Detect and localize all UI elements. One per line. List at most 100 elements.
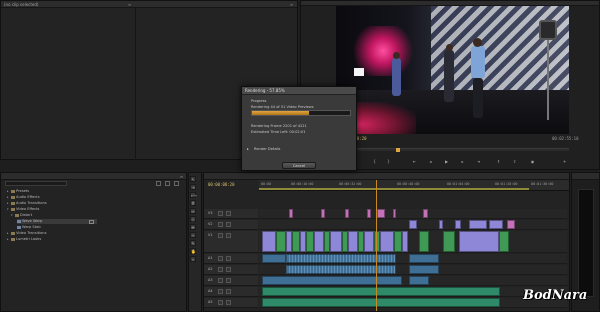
effects-panel-menu-icon[interactable]: ≡: [179, 174, 184, 179]
track-solo-icon[interactable]: [226, 256, 231, 261]
tree-item-video-effects[interactable]: ▾ Video Effects: [7, 207, 39, 212]
timeline-playhead[interactable]: [376, 180, 378, 311]
track-v2[interactable]: [259, 220, 567, 230]
ripple-edit-tool-icon[interactable]: ⟷: [190, 192, 197, 198]
video-clip[interactable]: [459, 231, 499, 252]
video-clip[interactable]: [409, 220, 417, 229]
video-clip[interactable]: [321, 209, 325, 218]
track-visibility-icon[interactable]: [218, 211, 223, 216]
track-v1[interactable]: [259, 231, 567, 253]
video-clip[interactable]: [367, 209, 371, 218]
track-header-a1[interactable]: A1: [204, 254, 258, 264]
track-mute-icon[interactable]: [218, 300, 223, 305]
audio-clip[interactable]: [409, 276, 429, 285]
zoom-tool-icon[interactable]: ⌕: [190, 256, 196, 262]
step-forward-icon[interactable]: ▸: [460, 159, 465, 164]
track-header-a3[interactable]: A3: [204, 276, 258, 286]
track-solo-icon[interactable]: [226, 267, 231, 272]
pen-tool-icon[interactable]: ✎: [190, 240, 196, 246]
export-frame-icon[interactable]: ◉: [530, 159, 535, 164]
video-clip[interactable]: [394, 231, 402, 252]
video-clip[interactable]: [380, 231, 394, 252]
track-visibility-icon[interactable]: [218, 233, 223, 238]
extract-icon[interactable]: ⇧: [512, 159, 517, 164]
track-header-v2[interactable]: V2: [204, 220, 258, 230]
video-clip[interactable]: [455, 220, 461, 229]
tree-item-warp-stab[interactable]: Warp Stab: [17, 225, 41, 230]
video-clip[interactable]: [439, 220, 443, 229]
add-button-icon[interactable]: +: [562, 159, 567, 164]
track-lock-icon[interactable]: [226, 233, 231, 238]
video-clip[interactable]: [348, 231, 358, 252]
video-clip[interactable]: [489, 220, 503, 229]
play-icon[interactable]: ▶: [444, 159, 449, 164]
rolling-edit-tool-icon[interactable]: #: [190, 200, 196, 206]
tree-item-distort[interactable]: ▾ Distort: [11, 213, 32, 218]
track-solo-icon[interactable]: [226, 300, 231, 305]
track-header-v3[interactable]: V3: [204, 209, 258, 219]
step-back-icon[interactable]: ◂: [428, 159, 433, 164]
video-clip[interactable]: [469, 220, 487, 229]
video-clip[interactable]: [330, 231, 342, 252]
program-playhead-marker[interactable]: [396, 148, 400, 152]
tree-item-lumetri-looks[interactable]: ▸ Lumetri Looks: [7, 237, 41, 242]
source-tab[interactable]: (no clip selected): [4, 2, 39, 7]
track-header-a2[interactable]: A2: [204, 265, 258, 275]
new-bin-icon[interactable]: [156, 181, 161, 186]
tree-item-audio-effects[interactable]: ▸ Audio Effects: [7, 195, 40, 200]
track-a2[interactable]: [259, 265, 567, 275]
video-clip[interactable]: [306, 231, 314, 252]
track-solo-icon[interactable]: [226, 278, 231, 283]
track-header-a4[interactable]: A4: [204, 287, 258, 297]
cancel-button[interactable]: Cancel: [282, 162, 316, 169]
audio-clip[interactable]: [262, 298, 500, 307]
video-clip[interactable]: [345, 209, 349, 218]
video-clip[interactable]: [292, 231, 300, 252]
video-clip[interactable]: [314, 231, 324, 252]
timeline-timecode[interactable]: 00:00:08:20: [208, 182, 235, 187]
video-clip[interactable]: [443, 231, 455, 252]
work-area-bar[interactable]: [259, 188, 529, 190]
track-select-tool-icon[interactable]: ⇥: [190, 184, 196, 190]
track-header-v1[interactable]: V1: [204, 231, 258, 253]
delete-icon[interactable]: [174, 181, 179, 186]
video-clip[interactable]: [507, 220, 515, 229]
track-a4[interactable]: [259, 287, 567, 297]
track-mute-icon[interactable]: [218, 267, 223, 272]
audio-clip[interactable]: [409, 254, 439, 263]
track-header-a5[interactable]: A5: [204, 298, 258, 308]
audio-clip[interactable]: [409, 265, 439, 274]
audio-clip[interactable]: [262, 287, 500, 296]
video-clip[interactable]: [499, 231, 509, 252]
timeline-ruler[interactable]: 00:00 00:00:16:00 00:00:32:00 00:00:48:0…: [259, 180, 569, 191]
audio-clip[interactable]: [262, 276, 402, 285]
track-solo-icon[interactable]: [226, 289, 231, 294]
panel-menu-icon-2[interactable]: ≡: [289, 2, 294, 7]
track-v3[interactable]: [259, 209, 567, 219]
razor-tool-icon[interactable]: ◇: [190, 216, 196, 222]
video-clip[interactable]: [364, 231, 374, 252]
mark-in-icon[interactable]: {: [372, 159, 377, 164]
video-clip[interactable]: [377, 209, 385, 218]
audio-clip[interactable]: [262, 254, 286, 263]
track-a5[interactable]: [259, 298, 567, 308]
hand-tool-icon[interactable]: ✋: [190, 248, 196, 254]
rate-stretch-tool-icon[interactable]: ↔: [190, 208, 196, 214]
go-to-out-icon[interactable]: ⇥: [476, 159, 481, 164]
track-a1[interactable]: [259, 254, 567, 264]
mark-out-icon[interactable]: }: [386, 159, 391, 164]
video-clip[interactable]: [393, 209, 396, 218]
go-to-in-icon[interactable]: ⇤: [412, 159, 417, 164]
tree-item-wave-warp[interactable]: Wave Warp: [17, 219, 97, 224]
program-scrubber[interactable]: [336, 148, 569, 152]
disclosure-triangle-icon[interactable]: ▸: [247, 147, 249, 151]
track-lock-icon[interactable]: [226, 211, 231, 216]
selection-tool-icon[interactable]: ↖: [190, 176, 196, 182]
lift-icon[interactable]: ⇑: [496, 159, 501, 164]
audio-clip[interactable]: [286, 254, 396, 263]
track-mute-icon[interactable]: [218, 289, 223, 294]
video-clip[interactable]: [402, 231, 408, 252]
tree-item-video-transitions[interactable]: ▸ Video Transitions: [7, 231, 46, 236]
video-clip[interactable]: [419, 231, 429, 252]
slide-tool-icon[interactable]: ⇿: [190, 232, 196, 238]
